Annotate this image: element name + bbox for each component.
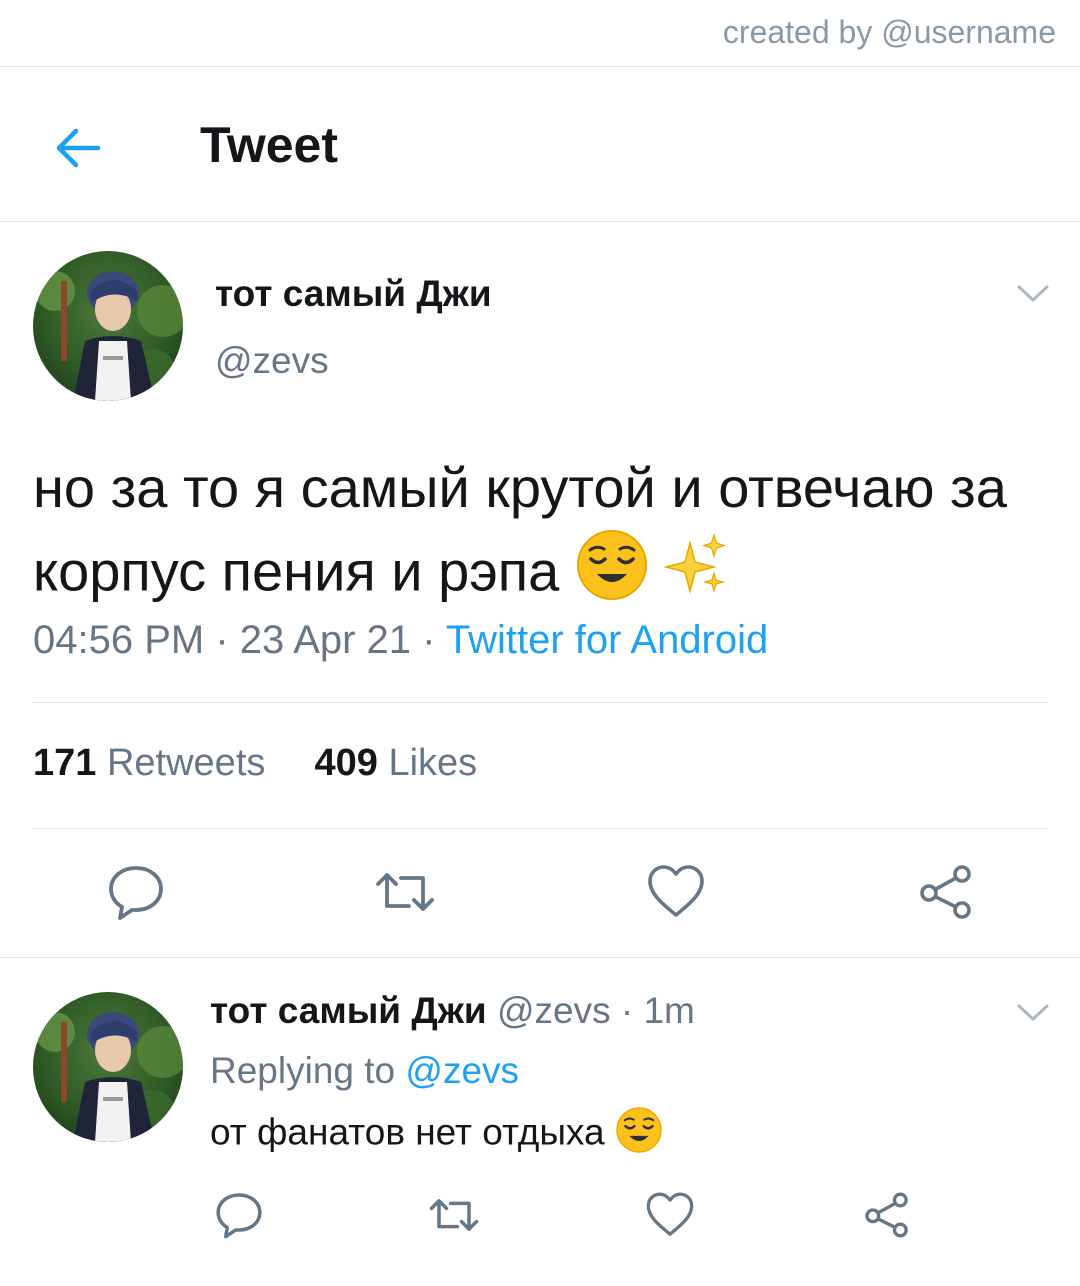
meta-separator: · (422, 618, 436, 662)
reply-text-content: от фанатов нет отдыха (210, 1111, 605, 1153)
arrow-left-icon (56, 128, 101, 168)
tweet-source-link[interactable]: Twitter for Android (446, 618, 768, 662)
reply-icon (109, 866, 163, 920)
reply-button[interactable] (106, 862, 166, 922)
heart-icon (646, 1192, 694, 1236)
tweet-menu-button[interactable] (1016, 283, 1050, 305)
page-title: Tweet (200, 117, 338, 173)
reply-avatar[interactable] (33, 992, 183, 1142)
reply-separator: · (620, 990, 634, 1031)
avatar-photo (33, 251, 183, 401)
reply-display-name[interactable]: тот самый Джи (210, 990, 487, 1031)
reply-header: тот самый Джи @zevs · 1m (210, 990, 695, 1032)
top-divider (0, 66, 1080, 67)
chevron-down-icon (1017, 285, 1049, 302)
replying-to-label: Replying to (210, 1050, 396, 1091)
chevron-down-icon (1017, 1004, 1049, 1021)
tweet-text-content: но за то я самый крутой и отвечаю за кор… (33, 456, 1007, 603)
retweet-icon (376, 873, 434, 911)
stats-top-divider (33, 702, 1048, 703)
avatar-photo (33, 992, 183, 1142)
likes-label: Likes (388, 742, 478, 784)
reply-divider (0, 957, 1080, 958)
like-button[interactable] (646, 862, 706, 922)
sparkles-emoji (663, 532, 728, 618)
stats-bottom-divider (33, 828, 1048, 829)
likes-count: 409 (314, 742, 378, 784)
created-by-credit: created by @username (722, 14, 1056, 50)
retweet-button[interactable] (374, 862, 434, 922)
author-handle[interactable]: @zevs (215, 340, 329, 382)
reply-icon (216, 1193, 262, 1239)
reply-menu-button[interactable] (1016, 1002, 1050, 1024)
reply-like-button[interactable] (645, 1190, 695, 1240)
avatar[interactable] (33, 251, 183, 401)
reply-time: 1m (643, 990, 695, 1031)
reply-reply-button[interactable] (214, 1190, 264, 1240)
share-icon (865, 1192, 908, 1238)
share-button[interactable] (916, 862, 976, 922)
reply-handle[interactable]: @zevs (497, 990, 611, 1031)
reply-text: от фанатов нет отдыха (210, 1106, 663, 1163)
meta-separator: · (215, 618, 229, 662)
reply-share-button[interactable] (862, 1190, 912, 1240)
back-button[interactable] (50, 120, 106, 176)
author-display-name[interactable]: тот самый Джи (215, 273, 492, 315)
likes-stat[interactable]: 409 Likes (315, 742, 478, 784)
header-divider (0, 221, 1080, 222)
tweet-time: 04:56 PM (33, 618, 205, 662)
share-icon (920, 865, 971, 919)
retweets-count: 171 (33, 742, 97, 784)
tweet-stats: 171 Retweets 409 Likes (33, 742, 477, 785)
retweet-icon (429, 1199, 479, 1231)
relieved-face-emoji (575, 528, 649, 623)
replying-to-handle[interactable]: @zevs (405, 1050, 519, 1091)
reply-retweet-button[interactable] (428, 1190, 479, 1240)
tweet-text: но за то я самый крутой и отвечаю за кор… (33, 448, 1053, 623)
tweet-date: 23 Apr 21 (239, 618, 412, 662)
heart-icon (648, 865, 704, 917)
retweets-label: Retweets (106, 742, 266, 784)
retweets-stat[interactable]: 171 Retweets (33, 742, 265, 784)
replying-to: Replying to @zevs (210, 1050, 519, 1092)
tweet-meta: 04:56 PM · 23 Apr 21 · Twitter for Andro… (33, 618, 768, 663)
relieved-face-emoji (615, 1106, 663, 1163)
